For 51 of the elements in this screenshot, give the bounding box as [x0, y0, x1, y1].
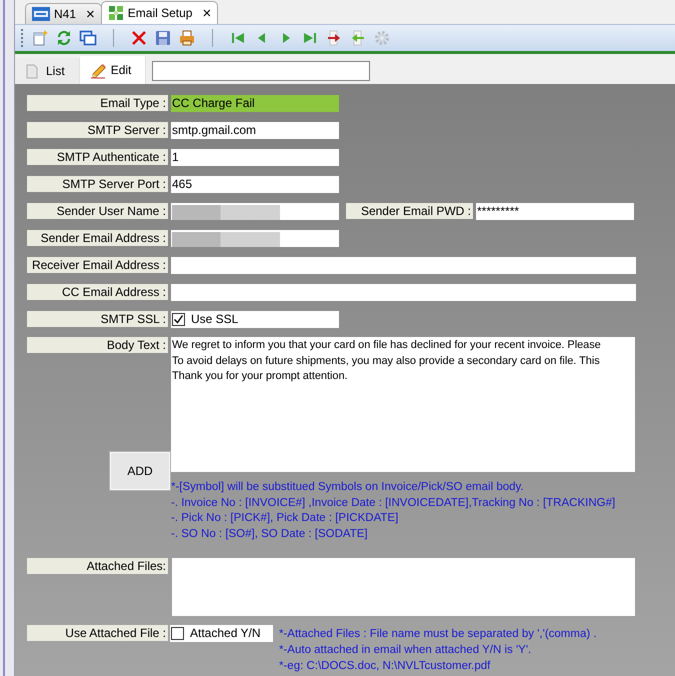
hint-text: -. Pick No : [PICK#], Pick Date : [PICKDATE]	[171, 511, 400, 526]
save-icon[interactable]	[154, 29, 172, 47]
checkbox[interactable]: Use SSL	[171, 311, 339, 328]
field-label: SMTP Server :	[27, 122, 168, 138]
field-label: SMTP Server Port :	[27, 176, 168, 192]
field-label: SMTP Authenticate :	[27, 149, 168, 165]
field-label: SMTP SSL :	[27, 311, 168, 327]
field-label: Attached Files:	[27, 558, 168, 574]
search-field[interactable]	[152, 61, 370, 81]
input-field[interactable]: smtp.gmail.com	[171, 122, 339, 139]
grid-icon	[108, 5, 124, 21]
field-label: CC Email Address :	[27, 284, 168, 300]
close-button[interactable]: ×	[86, 6, 95, 22]
input-field[interactable]: 465	[171, 176, 339, 193]
input-field[interactable]: CC Charge Fail	[171, 95, 339, 112]
check-icon	[173, 314, 184, 325]
close-button[interactable]: ×	[202, 6, 212, 20]
field-label: Receiver Email Address :	[27, 257, 168, 273]
document-tab[interactable]: Email Setup ×	[100, 1, 218, 24]
password-field[interactable]: *********	[476, 203, 634, 220]
printer-icon[interactable]	[178, 29, 196, 47]
hint-text: *-Auto attached in email when attached Y/N is 'Y'.	[279, 642, 532, 658]
field-label: Sender User Name :	[27, 203, 168, 219]
new-document-icon[interactable]	[31, 29, 49, 47]
input-field[interactable]	[171, 284, 636, 301]
field-label: Sender Email PWD :	[346, 203, 473, 219]
hint-text: *-[Symbol] will be substitued Symbols on Invoice/Pick/SO email body.	[171, 480, 525, 495]
document-tab[interactable]: N41 ×	[25, 3, 102, 24]
input-field[interactable]	[171, 230, 339, 247]
field-label: Sender Email Address :	[27, 230, 168, 246]
add-button[interactable]: ADD	[110, 452, 170, 490]
hint-text: -. SO No : [SO#], SO Date : [SODATE]	[171, 526, 369, 542]
windows-icon[interactable]	[79, 29, 97, 47]
hint-text: *-Attached Files : File name must be separated by ','(comma) .	[279, 627, 597, 642]
field-label: Use Attached File :	[27, 625, 168, 642]
input-field[interactable]	[171, 203, 339, 220]
input-field[interactable]	[171, 257, 636, 274]
input-field[interactable]: 1	[171, 149, 339, 166]
delete-icon[interactable]	[130, 29, 148, 47]
field-label: Body Text :	[27, 337, 168, 353]
view-tab[interactable]: Edit	[80, 56, 146, 84]
hint-text: -. Invoice No : [INVOICE#] ,Invoice Date : [INVOICEDATE],Tracking No : [TRACKING#]	[171, 496, 616, 511]
checkbox[interactable]: Attached Y/N	[170, 625, 273, 642]
logo-icon	[32, 6, 50, 22]
body-text-area[interactable]: We regret to inform you that your card on file has declined for your recent invoice. Please To avoid delays on future shipments, you may also provide a secondary card on file. This Thank you for your prompt attention.	[171, 337, 635, 472]
refresh-icon[interactable]	[55, 29, 73, 47]
hint-text: *-eg: C:\DOCS.doc, N:\NVLTcustomer.pdf	[279, 658, 492, 674]
attached-files-field[interactable]	[172, 558, 635, 616]
pencil-icon	[90, 61, 107, 79]
view-tab[interactable]: List	[15, 58, 80, 84]
field-label: Email Type :	[27, 95, 168, 111]
